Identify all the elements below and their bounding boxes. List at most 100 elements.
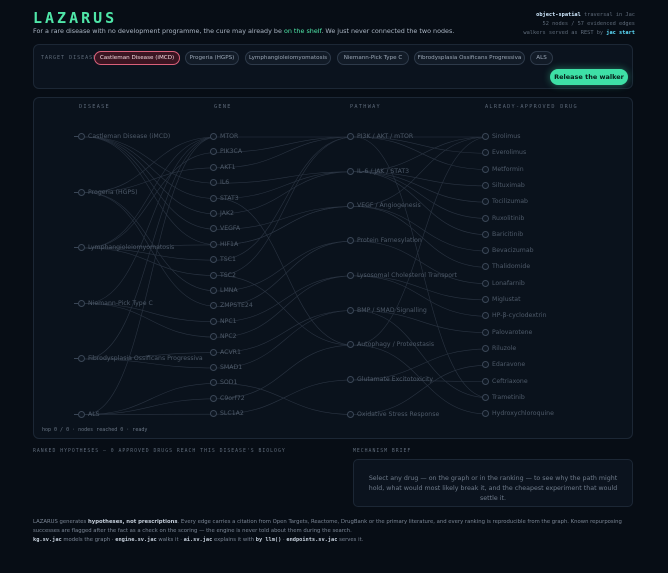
disease-node-dot [78,355,85,362]
disease-chip-fop[interactable]: Fibrodysplasia Ossificans Progressiva [414,51,525,65]
drug-node-dot [482,214,489,222]
drug-node-label: Palovarotene [492,328,533,336]
drug-node-label: Trametinib [492,393,525,401]
gene-node-label: TSC1 [220,256,236,264]
drug-node-dot [482,230,489,238]
pathway-node-dot [347,167,354,175]
disease-chip-castleman[interactable]: Castleman Disease (iMCD) [94,51,180,65]
pathway-node-label: BMP / SMAD Signalling [357,306,427,314]
gene-node-label: NPC2 [220,333,237,341]
drug-node-label: Sirolimus [492,133,521,140]
gene-node-label: SOD1 [220,379,238,387]
graph-edge [84,152,218,249]
column-header-pathway: PATHWAY [350,104,381,110]
drug-node-label: Bevacizumab [492,247,534,255]
disease-node-dot [78,188,85,196]
footer: LAZARUS generates hypotheses, not prescr… [33,518,633,545]
disease-node-tick [74,302,78,304]
gene-node-label: STAT3 [220,194,239,202]
walker-status: hop 0 / 0 · nodes reached 0 · ready [42,427,148,433]
drug-node-dot [482,165,489,173]
graph-edge [84,136,218,304]
drug-node-dot [482,279,489,287]
drug-node-label: Tocilizumab [492,198,528,206]
graph-edge [84,136,218,184]
drug-node-label: Miglustat [492,296,521,303]
pathway-node-label: Oxidative Stress Response [357,410,440,418]
gene-node-label: SLC1A2 [220,410,244,418]
drug-node-dot [482,181,489,189]
disease-node-dot [78,244,85,251]
drug-node-label: Baricitinib [492,230,524,238]
pathway-node-dot [347,306,354,314]
drug-node-dot [482,377,489,385]
disease-chip-progeria[interactable]: Progeria (HGPS) [185,51,239,65]
meta-line-2: 52 nodes / 57 evidenced edges [542,21,635,27]
pathway-node-label: Autophagy / Proteostasis [357,341,435,349]
graph-edge [84,398,218,415]
disease-node-dot [78,299,85,307]
graph-edge [84,136,218,215]
gene-node-label: MTOR [220,133,239,140]
release-walker-button[interactable]: Release the walker [550,69,628,85]
target-disease-label: TARGET DISEASE [41,55,98,61]
ranked-hypotheses-header: RANKED HYPOTHESES — 0 APPROVED DRUGS REA… [33,449,286,454]
graph-edge [84,303,218,338]
footer-files: kg.sv.jac models the graph · engine.sv.j… [33,536,633,545]
graph-edge [84,136,218,193]
graph-edge [353,364,490,415]
gene-node-label: ZMPSTE24 [220,302,253,310]
target-disease-panel: TARGET DISEASE Castleman Disease (iMCD) … [33,44,633,89]
drug-node-label: Ruxolitinib [492,214,525,222]
disease-node-label: Niemann-Pick Type C [88,299,153,307]
drug-node-label: Lonafarnib [492,279,525,287]
tagline-pre: For a rare disease with no development p… [33,27,284,35]
graph-edge [216,240,355,307]
drug-node-dot [482,296,489,303]
drug-node-label: Metformin [492,165,524,173]
gene-node-label: C9orf72 [220,394,245,402]
disease-chip-lam[interactable]: Lymphangioleiomyomatosis [245,51,331,65]
graph-edges [84,136,490,415]
meta-keyword: object-spatial [536,12,581,18]
pathway-node-dot [347,375,354,383]
gene-node-dot [210,133,217,140]
gene-node-label: LMNA [220,287,238,294]
pathway-node-label: IL-6 / JAK / STAT3 [357,167,410,175]
disease-node-tick [74,191,78,193]
drug-node-dot [482,393,489,401]
drug-node-label: Ceftriaxone [492,377,528,385]
disease-chip-npc[interactable]: Niemann-Pick Type C [337,51,409,65]
gene-node-dot [210,240,217,248]
drug-node-label: Riluzole [492,344,517,352]
footer-text: LAZARUS generates [33,519,88,525]
file-name: endpoints.sv.jac [286,537,338,543]
disease-node-dot [78,410,85,418]
column-header-gene: GENE [214,104,232,110]
gene-node-label: HIF1A [220,240,239,248]
meta-line-1: traversal in Jac [580,12,635,18]
mechanism-brief-header: MECHANISM BRIEF [353,449,412,454]
pathway-node-label: PI3K / AKT / mTOR [357,133,414,140]
footer-text: models the graph · [61,537,116,543]
drug-node-dot [482,328,489,336]
graph-edge [216,310,355,369]
file-name: ai.sv.jac [183,537,213,543]
gene-node-label: PIK3CA [220,148,243,156]
disease-node-tick [74,247,78,248]
graph-edge [216,136,355,276]
tagline-highlight: on the shelf [283,27,322,35]
drug-node-label: HP-β-cyclodextrin [492,312,547,320]
pathway-node-dot [347,410,354,418]
meta-line-3: walkers served as REST by [523,30,607,36]
gene-node-label: AKT1 [220,163,236,171]
footer-disclaimer: LAZARUS generates hypotheses, not prescr… [33,518,633,536]
drug-node-label: Thalidomide [492,263,531,271]
mechanism-brief-panel: Select any drug — on the graph or in the… [353,459,633,507]
column-header-disease: DISEASE [79,104,110,110]
app-logo: LAZARUS [33,9,118,27]
gene-node-label: JAK2 [220,210,234,217]
tagline: For a rare disease with no development p… [33,27,454,35]
disease-chip-als[interactable]: ALS [530,51,553,65]
disease-node-label: ALS [88,410,100,418]
